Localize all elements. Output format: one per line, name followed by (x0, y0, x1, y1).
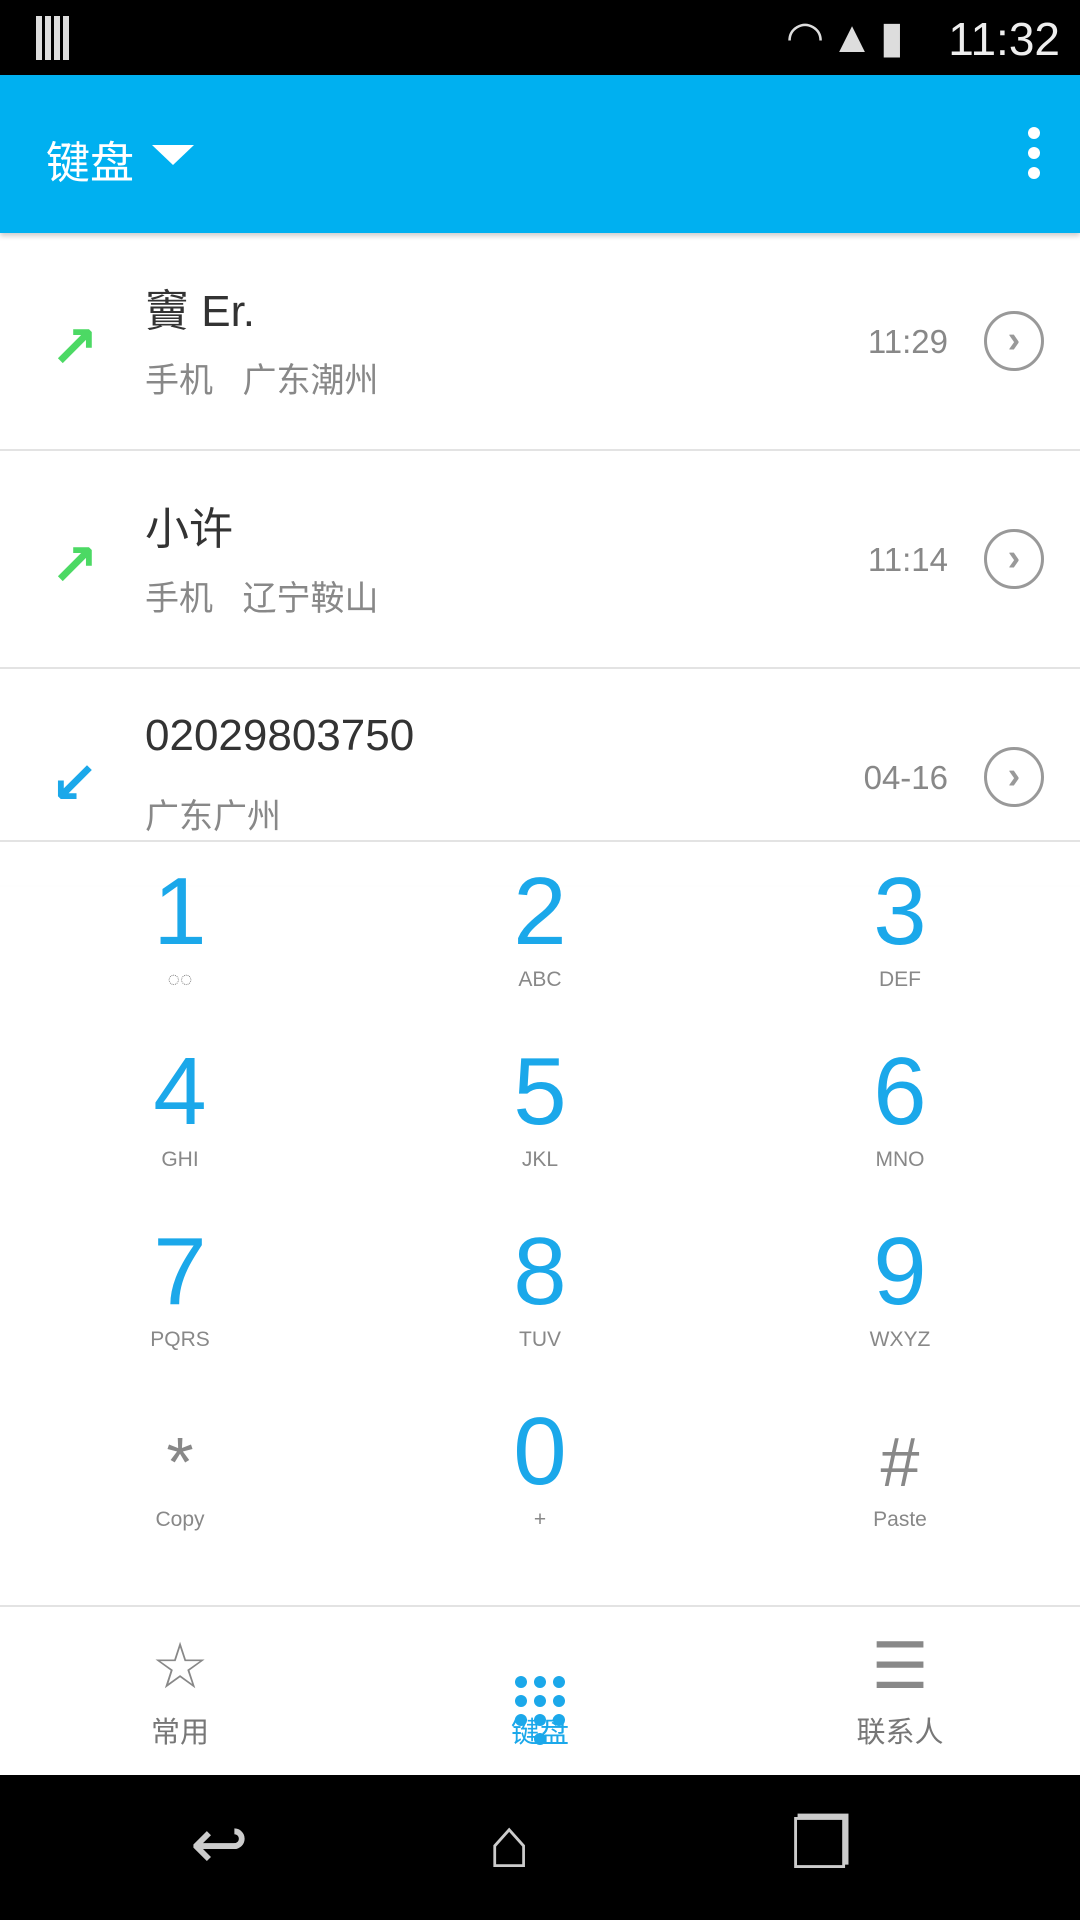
caller-location: 广东广州 (145, 798, 281, 836)
tab-label: 联系人 (856, 1717, 944, 1749)
key-letters: WXYZ (869, 1328, 931, 1351)
key-star[interactable]: * Copy (0, 1382, 360, 1562)
tab-contacts[interactable]: ☰ 联系人 (720, 1607, 1080, 1777)
key-digit: 1 (153, 858, 207, 965)
phone-type: 手机 (145, 580, 213, 618)
key-letters: GHI (161, 1148, 199, 1171)
caller-name: 02029803750 (145, 711, 415, 760)
key-digit: * (166, 1423, 194, 1501)
call-details-button[interactable]: › (984, 311, 1044, 371)
key-8[interactable]: 8 TUV (360, 1202, 720, 1382)
key-digit: 8 (513, 1218, 567, 1325)
key-1[interactable]: 1 ◌◌ (0, 842, 360, 1022)
key-letters: + (533, 1508, 547, 1531)
caller-info: 广东广州 (145, 789, 281, 838)
key-digit: 5 (513, 1038, 567, 1145)
tab-label: 常用 (150, 1717, 209, 1749)
key-digit: 6 (873, 1038, 927, 1145)
dialpad: 1 ◌◌ 2 ABC 3 DEF 4 GHI 5 JKL 6 MNO 7 PQRS 8 TUV 9 WXYZ * Co… (0, 840, 1080, 1605)
key-7[interactable]: 7 PQRS (0, 1202, 360, 1382)
notification-icon (36, 16, 72, 60)
call-details-button[interactable]: › (984, 747, 1044, 807)
key-letters: ABC (518, 968, 562, 991)
call-time: 04-16 (863, 759, 948, 796)
star-icon: ☆ (151, 1630, 209, 1702)
key-letters: DEF (879, 968, 921, 991)
app-bar: 键盘 (0, 75, 1080, 233)
navigation-bar: ↩ ⌂ ❐ (0, 1775, 1080, 1920)
key-digit: 0 (513, 1398, 567, 1505)
tab-favorites[interactable]: ☆ 常用 (0, 1607, 360, 1777)
status-bar: ◠▲▮ 11:32 (0, 0, 1080, 75)
key-4[interactable]: 4 GHI (0, 1022, 360, 1202)
status-time: 11:32 (948, 13, 1060, 65)
key-9[interactable]: 9 WXYZ (720, 1202, 1080, 1382)
back-icon[interactable]: ↩ (190, 1803, 249, 1885)
caller-location: 广东潮州 (242, 362, 379, 400)
more-vert-icon[interactable] (1028, 127, 1042, 179)
key-digit: 2 (513, 858, 567, 965)
key-digit: # (880, 1423, 920, 1501)
voicemail-icon: ◌◌ (167, 968, 193, 991)
caller-info: 手机 广东潮州 (145, 353, 378, 402)
caller-name: 小许 (145, 505, 233, 554)
key-3[interactable]: 3 DEF (720, 842, 1080, 1022)
tab-dialpad[interactable]: 键盘 (360, 1607, 720, 1777)
key-digit: 3 (873, 858, 927, 965)
key-5[interactable]: 5 JKL (360, 1022, 720, 1202)
view-title[interactable]: 键盘 (46, 127, 134, 191)
bottom-tabs: ☆ 常用 键盘 ☰ 联系人 (0, 1605, 1080, 1775)
home-icon[interactable]: ⌂ (488, 1803, 530, 1883)
caller-location: 辽宁鞍山 (242, 580, 379, 618)
key-6[interactable]: 6 MNO (720, 1022, 1080, 1202)
call-log-item[interactable]: ↗ 竇 Er. 手机 广东潮州 11:29 › (0, 233, 1080, 451)
wifi-signal-battery-icons: ◠▲▮ (785, 13, 910, 62)
dialpad-icon (360, 1607, 720, 1745)
caller-info: 手机 辽宁鞍山 (145, 571, 378, 620)
outgoing-call-icon: ↗ (50, 533, 99, 598)
incoming-call-icon: ↙ (50, 751, 99, 816)
key-letters: Copy (155, 1508, 205, 1531)
key-0[interactable]: 0 + (360, 1382, 720, 1562)
dropdown-caret-icon[interactable] (152, 145, 194, 165)
call-time: 11:29 (867, 323, 948, 360)
key-digit: 7 (153, 1218, 207, 1325)
caller-name: 竇 Er. (145, 287, 256, 336)
recents-icon[interactable]: ❐ (790, 1803, 853, 1885)
key-letters: PQRS (150, 1328, 210, 1351)
call-details-button[interactable]: › (984, 529, 1044, 589)
key-pound[interactable]: # Paste (720, 1382, 1080, 1562)
key-digit: 9 (873, 1218, 927, 1325)
key-letters: TUV (519, 1328, 561, 1351)
contacts-icon: ☰ (871, 1630, 929, 1702)
key-2[interactable]: 2 ABC (360, 842, 720, 1022)
tab-label: 键盘 (510, 1717, 569, 1749)
key-letters: Paste (873, 1508, 927, 1531)
phone-type: 手机 (145, 362, 213, 400)
key-digit: 4 (153, 1038, 207, 1145)
key-letters: MNO (875, 1148, 925, 1171)
outgoing-call-icon: ↗ (50, 315, 99, 380)
key-letters: JKL (521, 1148, 559, 1171)
call-log-item[interactable]: ↗ 小许 手机 辽宁鞍山 11:14 › (0, 451, 1080, 669)
call-time: 11:14 (867, 541, 948, 578)
